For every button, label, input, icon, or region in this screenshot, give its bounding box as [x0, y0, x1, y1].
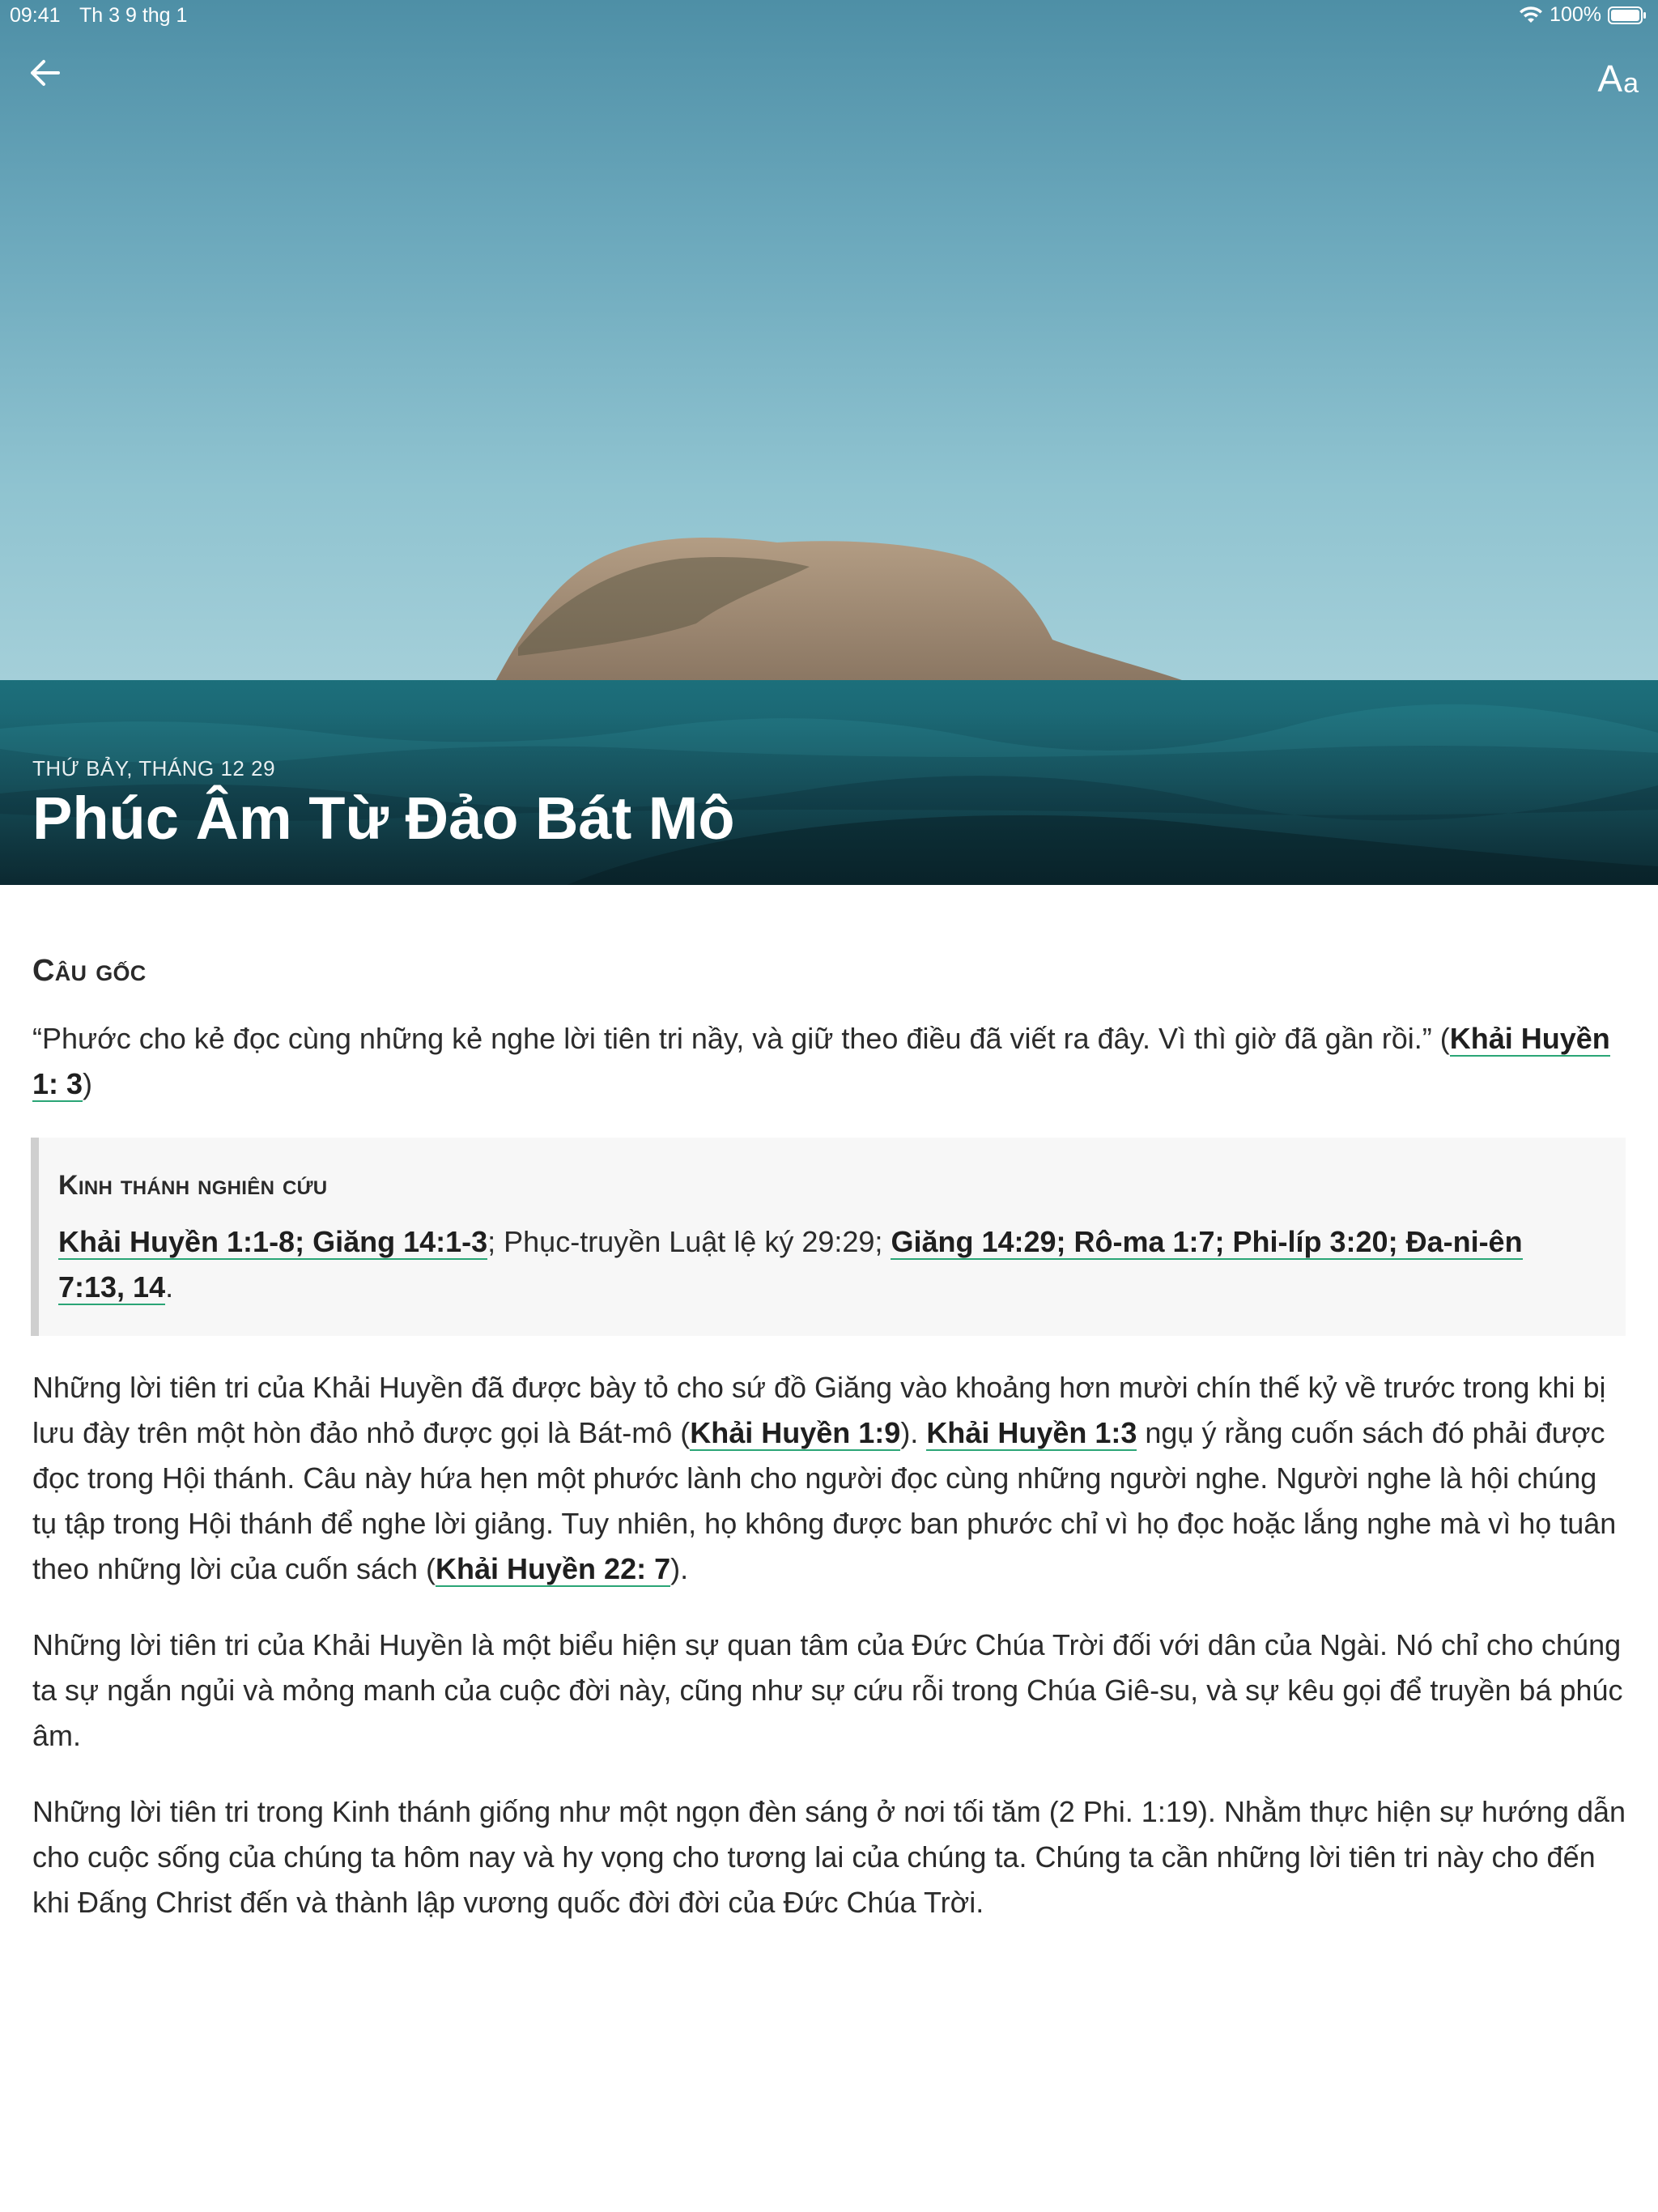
wifi-icon: [1520, 6, 1543, 23]
memory-verse-quote: “Phước cho kẻ đọc cùng những kẻ nghe lời…: [32, 1022, 1450, 1055]
status-date: Th 3 9 thg 1: [79, 4, 188, 27]
lesson-date: THỨ BẢY, THÁNG 12 29: [32, 756, 276, 781]
ocean-island-image: [0, 538, 1658, 885]
lesson-title: Phúc Âm Từ Đảo Bát Mô: [32, 785, 735, 852]
bible-study-box: Kinh thánh nghiên cứu Khải Huyền 1:1-8; …: [31, 1138, 1626, 1336]
study-ref-suffix: .: [165, 1270, 174, 1304]
arrow-left-icon: [31, 60, 60, 86]
memory-verse-text: “Phước cho kẻ đọc cùng những kẻ nghe lời…: [32, 1016, 1626, 1107]
study-ref-plain: ; Phục-truyền Luật lệ ký 29:29;: [487, 1225, 891, 1258]
lesson-content: Câu gốc “Phước cho kẻ đọc cùng những kẻ …: [31, 939, 1626, 1956]
paragraph-1-text-b: ).: [900, 1416, 927, 1449]
paragraph-2: Những lời tiên tri của Khải Huyền là một…: [32, 1628, 1623, 1752]
bible-study-heading: Kinh thánh nghiên cứu: [58, 1170, 328, 1201]
paragraph-1-ref-link-2[interactable]: Khải Huyền 1:3: [926, 1416, 1137, 1451]
paragraph-1: Những lời tiên tri của Khải Huyền đã đượ…: [32, 1365, 1626, 1592]
paragraph-1-text-d: ).: [670, 1552, 689, 1585]
status-indicators: 100%: [1519, 3, 1647, 27]
back-button[interactable]: [23, 50, 68, 96]
battery-percent: 100%: [1550, 3, 1601, 26]
paragraph-3: Những lời tiên tri trong Kinh thánh giốn…: [32, 1795, 1626, 1919]
font-size-label-large: A: [1597, 57, 1623, 100]
study-ref-link-1[interactable]: Khải Huyền 1:1-8; Giăng 14:1-3: [58, 1225, 488, 1260]
hero-image: 09:41 Th 3 9 thg 1 100% Aa THỨ BẢY, THÁN…: [0, 0, 1658, 885]
status-time: 09:41: [10, 4, 61, 27]
status-bar: 09:41 Th 3 9 thg 1 100%: [0, 0, 1658, 32]
memory-verse-suffix: ): [83, 1067, 93, 1100]
font-size-button[interactable]: Aa: [1597, 49, 1639, 97]
battery-icon: [1608, 6, 1646, 24]
bible-study-refs: Khải Huyền 1:1-8; Giăng 14:1-3; Phục-tru…: [58, 1219, 1593, 1310]
font-size-label-small: a: [1623, 68, 1639, 99]
memory-verse-heading: Câu gốc: [32, 954, 147, 988]
paragraph-1-ref-link-1[interactable]: Khải Huyền 1:9: [690, 1416, 901, 1451]
paragraph-1-ref-link-3[interactable]: Khải Huyền 22: 7: [436, 1552, 671, 1587]
